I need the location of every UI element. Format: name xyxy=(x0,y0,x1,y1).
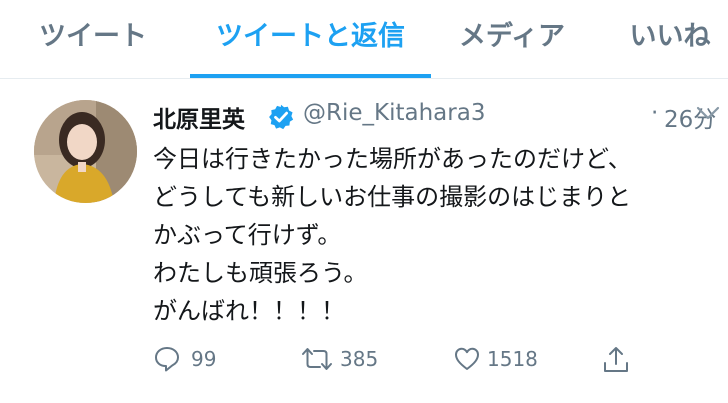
tweet-text-line: がんばれ！！！！ xyxy=(153,297,345,325)
heart-icon xyxy=(455,347,479,370)
like-count: 1518 xyxy=(487,347,538,371)
retweet-count: 385 xyxy=(340,347,379,371)
tab-tweets[interactable]: ツイート xyxy=(38,0,148,74)
separator-dot: · xyxy=(651,100,659,126)
tweet-text-line: わたしも頑張ろう。 xyxy=(153,259,368,287)
verified-badge-icon xyxy=(269,104,294,130)
share-button[interactable] xyxy=(601,342,635,376)
tweet-text-line: かぶって行けず。 xyxy=(153,221,342,249)
tweet-text-line: 今日は行きたかった場所があったのだけど、 xyxy=(153,145,632,173)
reply-button[interactable]: 99 xyxy=(153,342,233,376)
avatar[interactable] xyxy=(34,100,137,203)
retweet-icon xyxy=(302,348,332,370)
reply-count: 99 xyxy=(191,347,217,371)
tab-likes[interactable]: いいね xyxy=(628,0,712,74)
tab-media[interactable]: メディア xyxy=(456,0,568,74)
like-button[interactable]: 1518 xyxy=(453,342,563,376)
tabs-divider xyxy=(0,78,728,79)
tweet-text-line: どうしても新しいお仕事の撮影のはじまりと xyxy=(153,183,632,211)
retweet-button[interactable]: 385 xyxy=(300,342,410,376)
profile-tabs: ツイート ツイートと返信 メディア いいね xyxy=(0,0,728,78)
reply-icon xyxy=(155,347,179,372)
chevron-down-icon[interactable] xyxy=(695,104,721,122)
tab-tweets-and-replies[interactable]: ツイートと返信 xyxy=(200,0,421,74)
avatar-image xyxy=(34,100,137,203)
share-icon xyxy=(604,347,628,372)
tweet-text: 今日は行きたかった場所があったのだけど、 どうしても新しいお仕事の撮影のはじまり… xyxy=(153,140,723,330)
author-handle[interactable]: @Rie_Kitahara3 xyxy=(303,100,485,126)
author-name[interactable]: 北原里英 xyxy=(153,100,245,134)
